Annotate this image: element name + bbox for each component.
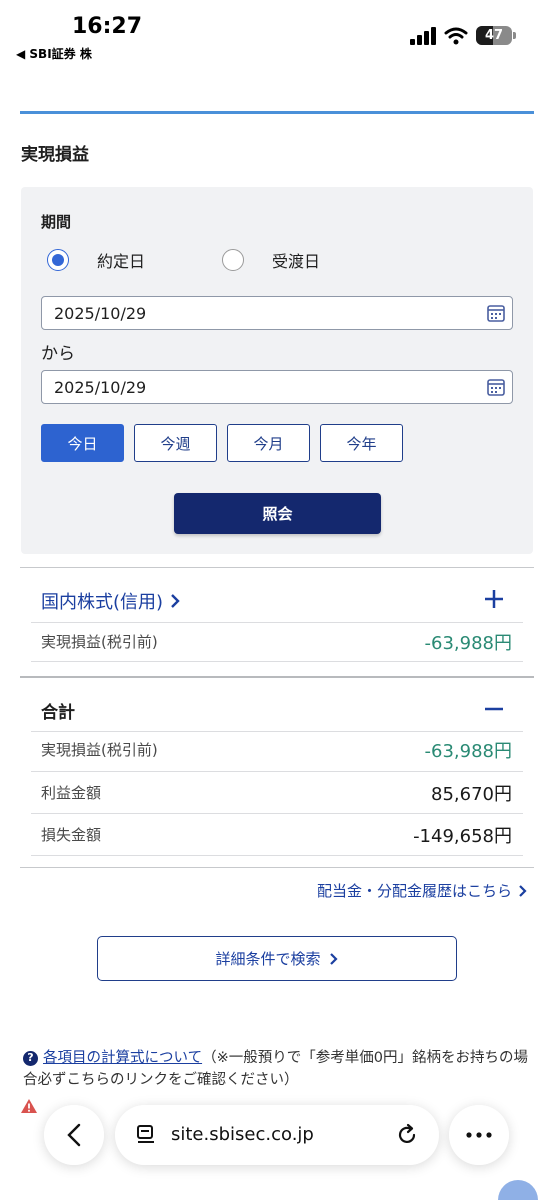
- url-text: site.sbisec.co.jp: [171, 1124, 314, 1145]
- chevron-right-icon: [329, 952, 338, 965]
- detail-search-button[interactable]: 詳細条件で検索: [97, 936, 457, 981]
- page-menu-icon[interactable]: [135, 1124, 157, 1146]
- divider: [31, 771, 523, 772]
- today-button[interactable]: 今日: [41, 424, 124, 462]
- address-bar[interactable]: site.sbisec.co.jp: [115, 1105, 439, 1165]
- radio-button[interactable]: [222, 249, 244, 271]
- from-date-value: 2025/10/29: [54, 303, 147, 323]
- total-title: 合計: [41, 703, 75, 723]
- cellular-signal-icon: [410, 26, 436, 45]
- filter-panel: 期間 約定日 受渡日 2025/10/29 から 2025/10/29 今日 今…: [21, 187, 533, 554]
- divider: [31, 622, 523, 623]
- dividend-history-link[interactable]: 配当金・分配金履歴はこちら: [317, 880, 528, 901]
- wifi-icon: [444, 27, 468, 44]
- divider: [20, 867, 534, 868]
- collapse-minus-icon[interactable]: [483, 698, 505, 720]
- loss-amount-label: 損失金額: [41, 826, 102, 844]
- status-time: 16:27: [72, 14, 143, 39]
- domestic-realized-pl-label: 実現損益(税引前): [41, 633, 158, 651]
- dividend-history-label: 配当金・分配金履歴はこちら: [316, 882, 512, 900]
- detail-search-label: 詳細条件で検索: [215, 950, 321, 968]
- domestic-realized-pl-value: -63,988円: [424, 633, 512, 654]
- profit-amount-value: 85,670円: [431, 784, 512, 805]
- calendar-icon[interactable]: [486, 377, 506, 397]
- warning-row: [20, 1098, 38, 1114]
- calendar-icon[interactable]: [486, 303, 506, 323]
- query-button[interactable]: 照会: [174, 493, 381, 534]
- expand-plus-icon[interactable]: [483, 588, 505, 610]
- radio-settlement-date[interactable]: 受渡日: [222, 248, 320, 272]
- this-week-button[interactable]: 今週: [134, 424, 217, 462]
- page-title: 実現損益: [21, 145, 89, 165]
- battery-level: 47: [484, 28, 504, 43]
- back-to-app-link[interactable]: ◀ SBI証券 株: [16, 45, 92, 62]
- domestic-margin-link[interactable]: 国内株式(信用): [41, 588, 181, 614]
- loss-amount-value: -149,658円: [413, 826, 512, 847]
- divider: [31, 731, 523, 732]
- battery-icon: 47: [476, 26, 516, 45]
- divider: [20, 676, 534, 678]
- total-realized-pl-label: 実現損益(税引前): [41, 741, 158, 759]
- divider: [31, 661, 523, 662]
- profit-amount-label: 利益金額: [41, 784, 102, 802]
- chevron-right-icon: [519, 884, 527, 897]
- calculation-formula-link[interactable]: 各項目の計算式について: [43, 1050, 202, 1066]
- warning-icon: [21, 1099, 37, 1113]
- divider: [31, 855, 523, 856]
- chevron-left-icon: [67, 1123, 81, 1147]
- to-date-input[interactable]: 2025/10/29: [41, 370, 513, 404]
- scroll-to-top-button[interactable]: [498, 1180, 538, 1200]
- divider: [20, 567, 534, 568]
- this-month-button[interactable]: 今月: [227, 424, 310, 462]
- divider: [31, 813, 523, 814]
- radio-trade-date[interactable]: 約定日: [47, 248, 145, 272]
- period-label: 期間: [41, 213, 72, 231]
- this-year-button[interactable]: 今年: [320, 424, 403, 462]
- status-icons: 47: [410, 26, 516, 45]
- browser-back-button[interactable]: [44, 1105, 104, 1165]
- range-separator-label: から: [41, 344, 75, 364]
- to-date-value: 2025/10/29: [54, 377, 147, 397]
- chevron-right-icon: [171, 594, 180, 608]
- total-realized-pl-value: -63,988円: [424, 741, 512, 762]
- question-icon: ?: [23, 1050, 38, 1066]
- more-dots-icon: [466, 1132, 492, 1138]
- radio-label: 受渡日: [272, 252, 321, 271]
- domestic-margin-label: 国内株式(信用): [41, 592, 164, 613]
- from-date-input[interactable]: 2025/10/29: [41, 296, 513, 330]
- header-divider: [20, 111, 534, 114]
- more-options-button[interactable]: [449, 1105, 509, 1165]
- radio-label: 約定日: [97, 252, 146, 271]
- radio-button-selected[interactable]: [47, 249, 69, 271]
- reload-icon[interactable]: [395, 1123, 419, 1147]
- calculation-note: ? 各項目の計算式について（※一般預りで「参考単価0円」銘柄をお持ちの場合必ずこち…: [23, 1047, 533, 1091]
